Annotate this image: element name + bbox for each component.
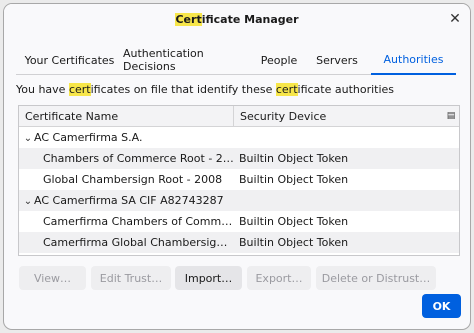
title-rest: ificate Manager <box>201 12 299 26</box>
ok-button[interactable]: OK <box>422 294 461 318</box>
tab-your-certificates[interactable]: Your Certificates <box>16 47 123 75</box>
tree-group-row[interactable]: ⌄ AC Camerfirma S.A. <box>19 127 459 148</box>
tree-cert-row[interactable]: Chambers of Commerce Root - 2008 Builtin… <box>19 148 459 169</box>
tree-cert-row[interactable]: Camerfirma Global Chambersign Root Built… <box>19 232 459 253</box>
certificate-tree[interactable]: Certificate Name Security Device ▤ ⌄ AC C… <box>18 105 460 256</box>
intro-highlight-2: cert <box>275 83 298 96</box>
tab-authentication-decisions[interactable]: Authentication Decisions <box>123 47 255 75</box>
tree-group-row[interactable]: ⌄ AC Camerfirma SA CIF A82743287 <box>19 190 459 211</box>
chevron-down-icon[interactable]: ⌄ <box>22 133 34 144</box>
dialog-title: Certificate Manager <box>175 12 299 26</box>
tab-servers[interactable]: Servers <box>303 47 371 75</box>
delete-or-distrust-button[interactable]: Delete or Distrust… <box>316 266 436 290</box>
import-button[interactable]: Import… <box>175 266 242 290</box>
column-header-security-device[interactable]: Security Device <box>234 106 443 126</box>
tree-header: Certificate Name Security Device ▤ <box>19 106 459 127</box>
column-picker-icon[interactable]: ▤ <box>443 106 459 126</box>
close-icon: ✕ <box>449 11 461 27</box>
edit-trust-button[interactable]: Edit Trust… <box>91 266 171 290</box>
tab-authorities[interactable]: Authorities <box>371 47 456 75</box>
chevron-down-icon[interactable]: ⌄ <box>22 196 34 207</box>
view-button[interactable]: View… <box>19 266 86 290</box>
export-button[interactable]: Export… <box>247 266 311 290</box>
tab-bar: Your Certificates Authentication Decisio… <box>16 47 456 75</box>
title-bar: Certificate Manager ✕ <box>4 4 470 34</box>
tab-people[interactable]: People <box>255 47 303 75</box>
intro-text: You have certificates on file that ident… <box>16 83 395 96</box>
title-highlight: Cert <box>175 12 202 26</box>
column-header-certificate-name[interactable]: Certificate Name <box>19 106 234 126</box>
tree-cert-row[interactable]: Camerfirma Chambers of Commerce Root Bui… <box>19 211 459 232</box>
close-button[interactable]: ✕ <box>443 7 467 31</box>
tree-cert-row[interactable]: Global Chambersign Root - 2008 Builtin O… <box>19 169 459 190</box>
intro-highlight-1: cert <box>68 83 91 96</box>
